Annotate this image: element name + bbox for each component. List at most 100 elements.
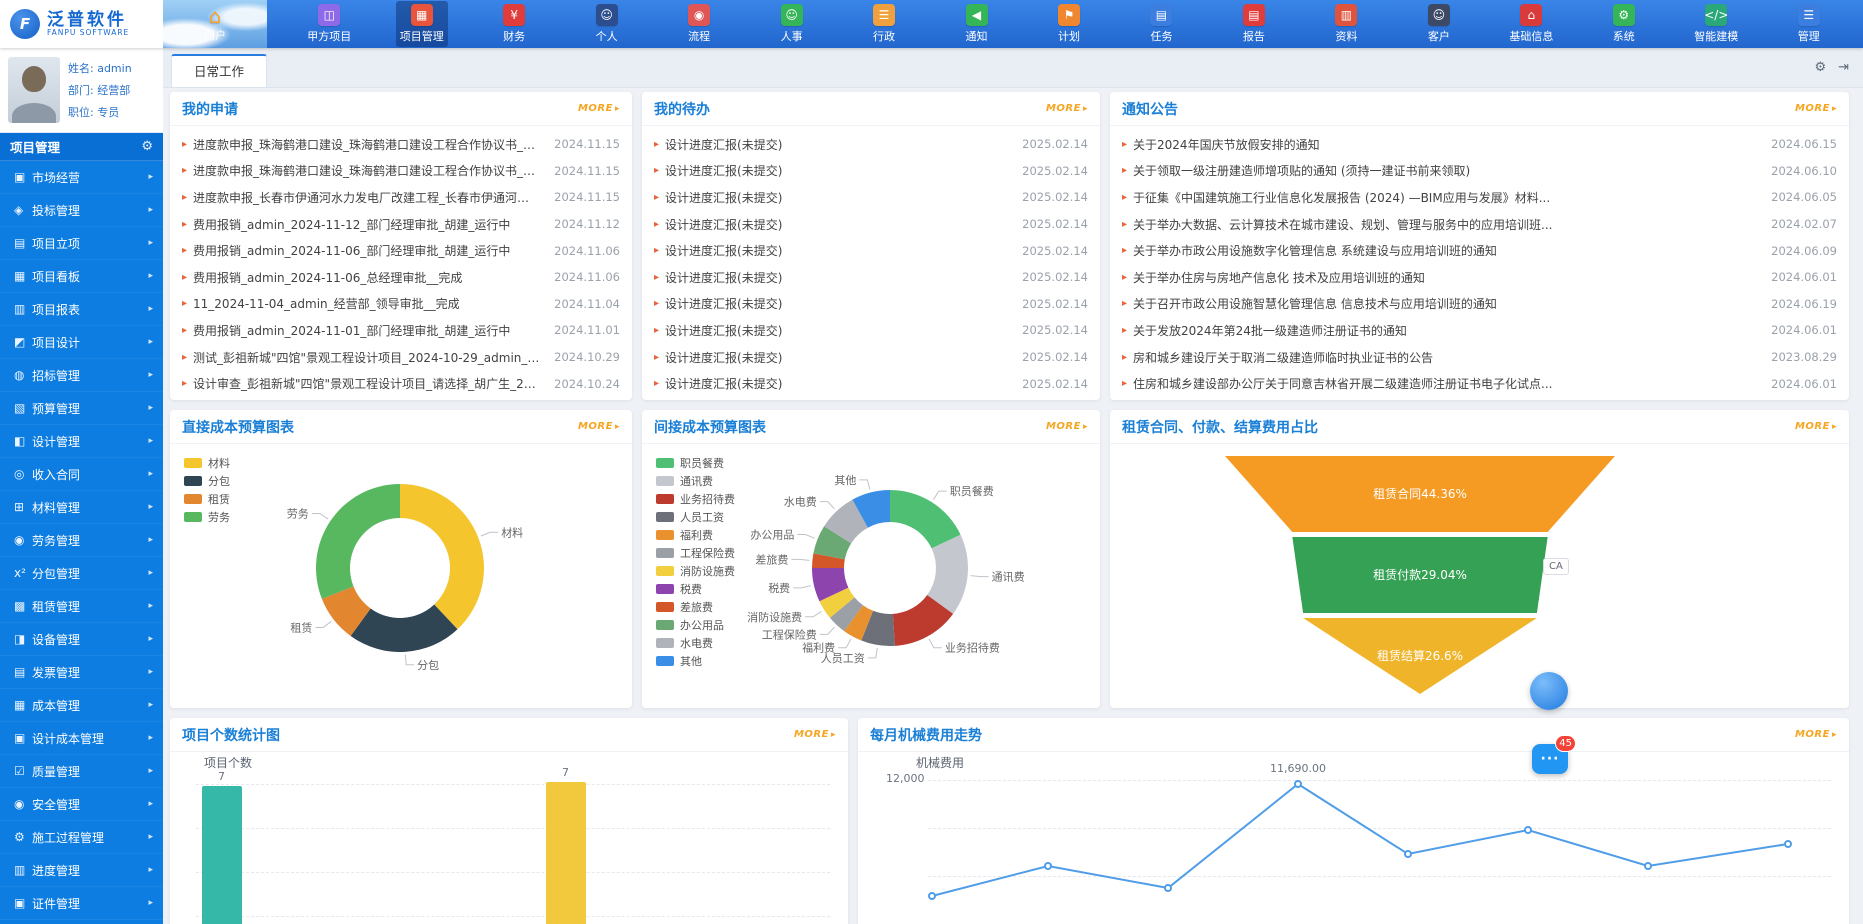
sidebar-item[interactable]: ◧设计管理▸ <box>0 425 163 458</box>
nav-item-customer-icon[interactable]: ☺客户 <box>1413 1 1465 47</box>
list-item[interactable]: ▸于征集《中国建筑施工行业信息化发展报告 (2024) —BIM应用与发展》材料… <box>1122 184 1837 211</box>
list-item[interactable]: ▸费用报销_admin_2024-11-12_部门经理审批_胡建_运行中2024… <box>182 211 620 238</box>
list-item[interactable]: ▸费用报销_admin_2024-11-01_部门经理审批_胡建_运行中2024… <box>182 317 620 344</box>
sidebar-item[interactable]: ◉劳务管理▸ <box>0 524 163 557</box>
list-item[interactable]: ▸11_2024-11-04_admin_经营部_领导审批__完成2024.11… <box>182 291 620 318</box>
list-item[interactable]: ▸测试_彭祖新城"四馆"景观工程设计项目_2024-10-29_admin_结束… <box>182 344 620 371</box>
legend-item[interactable]: 工程保险费 <box>656 544 735 562</box>
list-item[interactable]: ▸关于举办市政公用设施数字化管理信息 系统建设与应用培训班的通知2024.06.… <box>1122 237 1837 264</box>
list-item[interactable]: ▸关于举办大数据、云计算技术在城市建设、规划、管理与服务中的应用培训班...20… <box>1122 211 1837 238</box>
donut-slice[interactable] <box>400 484 484 629</box>
legend-item[interactable]: 材料 <box>184 454 230 472</box>
nav-item-base-info-icon[interactable]: ⌂基础信息 <box>1505 1 1557 47</box>
legend-item[interactable]: 人员工资 <box>656 508 735 526</box>
list-item[interactable]: ▸关于2024年国庆节放假安排的通知2024.06.15 <box>1122 131 1837 158</box>
legend-item[interactable]: 其他 <box>656 652 735 670</box>
more-link[interactable]: MORE▸ <box>1046 103 1088 114</box>
sidebar-item[interactable]: x²分包管理▸ <box>0 557 163 590</box>
legend-item[interactable]: 劳务 <box>184 508 230 526</box>
bar[interactable] <box>202 786 242 924</box>
list-item[interactable]: ▸进度款申报_珠海鹤港口建设_珠海鹤港口建设工程合作协议书_admin_...2… <box>182 158 620 185</box>
sidebar-item[interactable]: ▥进度管理▸ <box>0 854 163 887</box>
legend-item[interactable]: 租赁 <box>184 490 230 508</box>
gear-icon[interactable]: ⚙ <box>141 139 153 154</box>
legend-item[interactable]: 福利费 <box>656 526 735 544</box>
list-item[interactable]: ▸费用报销_admin_2024-11-06_部门经理审批_胡建_运行中2024… <box>182 237 620 264</box>
sidebar-item[interactable]: ⊞材料管理▸ <box>0 491 163 524</box>
nav-item-personal-icon[interactable]: ☺个人 <box>581 1 633 47</box>
list-item[interactable]: ▸住房和城乡建设部办公厅关于同意吉林省开展二级建造师注册证书电子化试点...20… <box>1122 370 1837 397</box>
list-item[interactable]: ▸关于发放2024年第24批一级建造师注册证书的通知2024.06.01 <box>1122 317 1837 344</box>
list-item[interactable]: ▸设计进度汇报(未提交)2025.02.14 <box>654 184 1088 211</box>
sidebar-item[interactable]: ◉安全管理▸ <box>0 788 163 821</box>
nav-item-hr-icon[interactable]: ☺人事 <box>766 1 818 47</box>
more-link[interactable]: MORE▸ <box>1795 729 1837 740</box>
sidebar-item[interactable]: ▦项目看板▸ <box>0 260 163 293</box>
list-item[interactable]: ▸房和城乡建设厅关于取消二级建造师临时执业证书的公告2023.08.29 <box>1122 344 1837 371</box>
list-item[interactable]: ▸设计进度汇报(未提交)2025.02.14 <box>654 291 1088 318</box>
legend-item[interactable]: 分包 <box>184 472 230 490</box>
donut-slice[interactable] <box>316 484 400 599</box>
sidebar-item[interactable]: ◩项目设计▸ <box>0 326 163 359</box>
nav-item-task-icon[interactable]: ▤任务 <box>1135 1 1187 47</box>
sidebar-item[interactable]: ◈投标管理▸ <box>0 194 163 227</box>
list-item[interactable]: ▸关于召开市政公用设施智慧化管理信息 信息技术与应用培训班的通知2024.06.… <box>1122 291 1837 318</box>
nav-item-owner-project-icon[interactable]: ◫甲方项目 <box>303 1 355 47</box>
list-item[interactable]: ▸设计进度汇报(未提交)2025.02.14 <box>654 158 1088 185</box>
nav-item-admin-icon[interactable]: ☰行政 <box>858 1 910 47</box>
list-item[interactable]: ▸关于举办住房与房地产信息化 技术及应用培训班的通知2024.06.01 <box>1122 264 1837 291</box>
sidebar-item[interactable]: ▣证件管理▸ <box>0 887 163 920</box>
sidebar-item[interactable]: ◨设备管理▸ <box>0 623 163 656</box>
list-item[interactable]: ▸设计审查_彭祖新城"四馆"景观工程设计项目_请选择_胡广生_2024-10-2… <box>182 370 620 397</box>
sidebar-item[interactable]: ▧预算管理▸ <box>0 392 163 425</box>
sidebar-item[interactable]: ▦成本管理▸ <box>0 689 163 722</box>
more-link[interactable]: MORE▸ <box>578 421 620 432</box>
sidebar-item[interactable]: ⚙施工过程管理▸ <box>0 821 163 854</box>
app-logo[interactable]: F 泛普软件 FANPU SOFTWARE <box>0 0 163 48</box>
nav-item-project-mgmt-icon[interactable]: ▦项目管理 <box>396 1 448 47</box>
tab-daily-work[interactable]: 日常工作 <box>171 54 267 87</box>
sidebar-item[interactable]: ◎收入合同▸ <box>0 458 163 491</box>
more-link[interactable]: MORE▸ <box>794 729 836 740</box>
more-link[interactable]: MORE▸ <box>1046 421 1088 432</box>
sidebar-item[interactable]: ▥项目报表▸ <box>0 293 163 326</box>
sidebar-item[interactable]: ▩租赁管理▸ <box>0 590 163 623</box>
legend-item[interactable]: 差旅费 <box>656 598 735 616</box>
float-ca-widget[interactable]: CA <box>1543 558 1569 575</box>
nav-item-finance-icon[interactable]: ¥财务 <box>488 1 540 47</box>
legend-item[interactable]: 办公用品 <box>656 616 735 634</box>
sidebar-item[interactable]: ☑质量管理▸ <box>0 755 163 788</box>
more-link[interactable]: MORE▸ <box>1795 103 1837 114</box>
legend-item[interactable]: 通讯费 <box>656 472 735 490</box>
nav-item-modeling-icon[interactable]: </>智能建模 <box>1690 1 1742 47</box>
list-item[interactable]: ▸设计进度汇报(未提交)2025.02.14 <box>654 370 1088 397</box>
more-link[interactable]: MORE▸ <box>1795 421 1837 432</box>
sidebar-item[interactable]: ▤项目立项▸ <box>0 227 163 260</box>
list-item[interactable]: ▸关于领取一级注册建造师增项贴的通知 (须持一建证书前来领取)2024.06.1… <box>1122 158 1837 185</box>
sidebar-item[interactable]: ▤发票管理▸ <box>0 656 163 689</box>
list-item[interactable]: ▸设计进度汇报(未提交)2025.02.14 <box>654 317 1088 344</box>
list-item[interactable]: ▸设计进度汇报(未提交)2025.02.14 <box>654 237 1088 264</box>
list-item[interactable]: ▸进度款申报_长春市伊通河水力发电厂改建工程_长春市伊通河水力发电...2024… <box>182 184 620 211</box>
legend-item[interactable]: 水电费 <box>656 634 735 652</box>
nav-item-plan-icon[interactable]: ⚑计划 <box>1043 1 1095 47</box>
list-item[interactable]: ▸进度款申报_珠海鹤港口建设_珠海鹤港口建设工程合作协议书_admin_...2… <box>182 131 620 158</box>
collapse-icon[interactable]: ⇥ <box>1838 60 1849 75</box>
list-item[interactable]: ▸设计进度汇报(未提交)2025.02.14 <box>654 131 1088 158</box>
list-item[interactable]: ▸设计进度汇报(未提交)2025.02.14 <box>654 264 1088 291</box>
nav-item-document-icon[interactable]: ▥资料 <box>1320 1 1372 47</box>
nav-item-workflow-icon[interactable]: ◉流程 <box>673 1 725 47</box>
list-item[interactable]: ▸费用报销_admin_2024-11-06_总经理审批__完成2024.11.… <box>182 264 620 291</box>
legend-item[interactable]: 业务招待费 <box>656 490 735 508</box>
nav-item-portal[interactable]: ⌂ 门户 <box>163 0 267 48</box>
chat-float-button[interactable]: ··· 45 <box>1532 744 1568 774</box>
sidebar-item[interactable]: ▣设计成本管理▸ <box>0 722 163 755</box>
sidebar-item[interactable]: ▣市场经营▸ <box>0 161 163 194</box>
service-float-button[interactable] <box>1530 672 1568 710</box>
donut-slice[interactable] <box>890 490 961 548</box>
nav-item-system-icon[interactable]: ⚙系统 <box>1598 1 1650 47</box>
legend-item[interactable]: 消防设施费 <box>656 562 735 580</box>
list-item[interactable]: ▸设计进度汇报(未提交)2025.02.14 <box>654 344 1088 371</box>
nav-item-report-icon[interactable]: ▤报告 <box>1228 1 1280 47</box>
nav-item-manage-icon[interactable]: ☰管理 <box>1783 1 1835 47</box>
